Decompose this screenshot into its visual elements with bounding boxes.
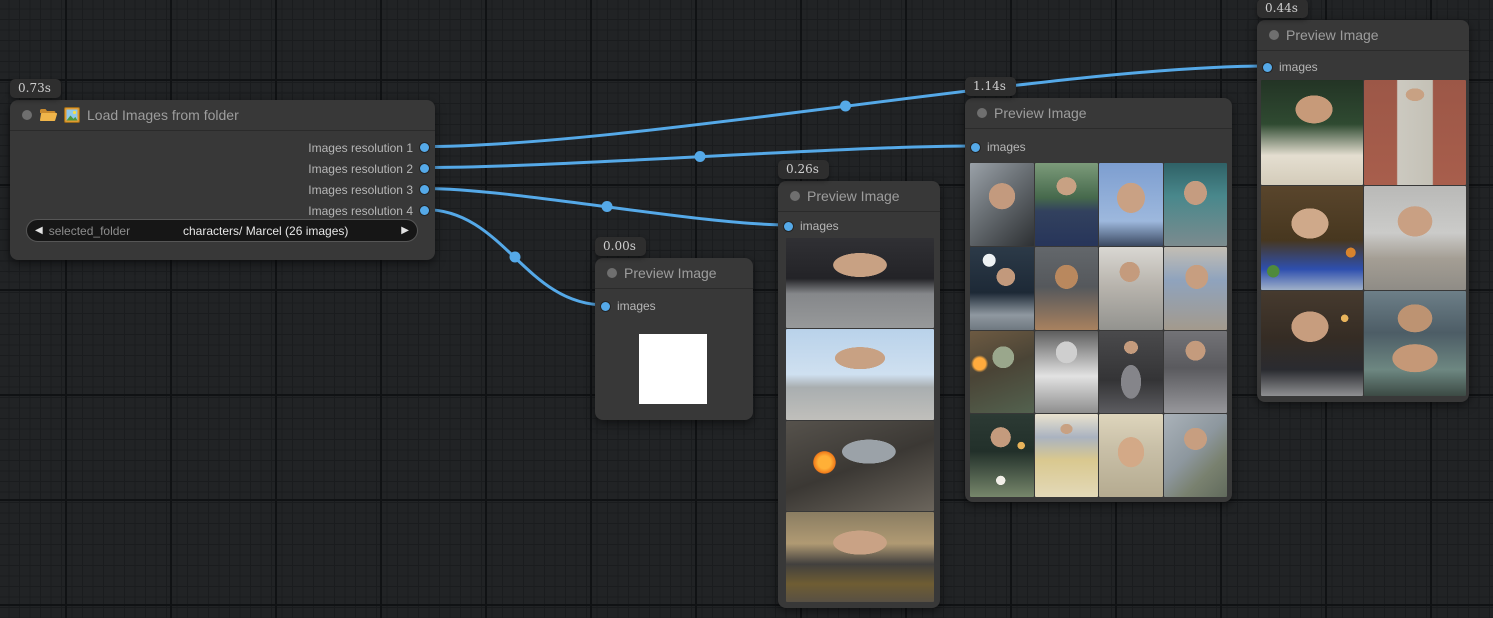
output-row: Images resolution 3 [10,179,435,200]
preview-image-stack [786,238,934,602]
output-label: Images resolution 4 [308,204,413,218]
node-preview-image-grid6[interactable]: 0.44s Preview Image images [1257,20,1469,402]
node-titlebar[interactable]: Preview Image [1257,20,1469,51]
preview-thumbnail [1364,80,1466,185]
collapse-dot-icon[interactable] [977,108,987,118]
combo-widget-name: selected_folder [49,224,130,238]
node-preview-image-blank[interactable]: 0.00s Preview Image images [595,258,753,420]
preview-thumbnail [786,329,934,419]
preview-thumbnail [1261,186,1363,291]
preview-thumbnail [970,331,1034,414]
preview-thumbnail [1164,247,1228,330]
preview-thumbnail [1035,331,1099,414]
wire-midpoint-dot [840,101,851,112]
output-row: Images resolution 2 [10,158,435,179]
input-port-images[interactable] [601,302,610,311]
output-label: Images resolution 1 [308,141,413,155]
node-graph-canvas[interactable]: 0.73s Load Images from folder Images res… [0,0,1493,618]
output-row: Images resolution 1 [10,137,435,158]
preview-thumbnail [1035,247,1099,330]
collapse-dot-icon[interactable] [607,268,617,278]
preview-thumbnail [1035,163,1099,246]
output-port-images-resolution-3[interactable] [420,185,429,194]
collapse-dot-icon[interactable] [1269,30,1279,40]
input-label: images [1279,60,1318,74]
combo-next-arrow-icon[interactable]: ▶ [401,226,409,236]
wire-resolution-3 [425,189,790,226]
input-label: images [800,219,839,233]
preview-thumbnail [970,163,1034,246]
input-row: images [595,294,753,318]
preview-thumbnail [639,334,707,404]
input-row: images [778,214,940,238]
node-title: Preview Image [807,188,900,204]
collapse-dot-icon[interactable] [22,110,32,120]
preview-thumbnail [1164,163,1228,246]
wire-resolution-4 [425,210,606,306]
input-row: images [965,135,1232,159]
preview-thumbnail [1261,291,1363,396]
execution-time-badge: 1.14s [965,77,1016,96]
preview-thumbnail [970,414,1034,497]
node-titlebar[interactable]: Preview Image [595,258,753,289]
execution-time-badge: 0.00s [595,237,646,256]
node-title: Load Images from folder [87,107,239,123]
output-label: Images resolution 2 [308,162,413,176]
node-title: Preview Image [624,265,717,281]
node-titlebar[interactable]: Load Images from folder [10,100,435,131]
output-row: Images resolution 4 [10,200,435,221]
preview-thumbnail [1164,414,1228,497]
wire-resolution-2 [425,146,976,168]
preview-thumbnail [1099,331,1163,414]
wire-midpoint-dot [602,201,613,212]
node-titlebar[interactable]: Preview Image [965,98,1232,129]
preview-thumbnail [970,247,1034,330]
preview-thumbnail [786,238,934,328]
input-port-images[interactable] [1263,63,1272,72]
preview-thumbnail [1364,291,1466,396]
combo-prev-arrow-icon[interactable]: ◀ [35,226,43,236]
wire-midpoint-dot [695,151,706,162]
output-port-images-resolution-4[interactable] [420,206,429,215]
node-load-images-from-folder[interactable]: 0.73s Load Images from folder Images res… [10,100,435,260]
node-title: Preview Image [1286,27,1379,43]
output-label: Images resolution 3 [308,183,413,197]
open-folder-icon [39,108,57,122]
preview-thumbnail [1035,414,1099,497]
preview-thumbnail [1099,247,1163,330]
preview-thumbnail [1164,331,1228,414]
node-preview-image-grid16[interactable]: 1.14s Preview Image images [965,98,1232,502]
preview-thumbnail [1364,186,1466,291]
framed-picture-icon [64,107,80,123]
node-preview-image-column[interactable]: 0.26s Preview Image images [778,181,940,608]
preview-thumbnail [786,421,934,511]
preview-thumbnail [1261,80,1363,185]
wire-midpoint-dot [510,252,521,263]
input-row: images [1257,55,1469,79]
preview-thumbnail [1099,163,1163,246]
input-label: images [617,299,656,313]
preview-image-grid [1261,80,1466,396]
preview-image-grid [970,163,1227,497]
input-port-images[interactable] [784,222,793,231]
execution-time-badge: 0.26s [778,160,829,179]
input-port-images[interactable] [971,143,980,152]
node-title: Preview Image [994,105,1087,121]
execution-time-badge: 0.73s [10,79,61,98]
output-port-images-resolution-2[interactable] [420,164,429,173]
preview-thumbnail [786,512,934,602]
input-label: images [987,140,1026,154]
execution-time-badge: 0.44s [1257,0,1308,18]
combo-widget-value: characters/ Marcel (26 images) [130,224,401,238]
collapse-dot-icon[interactable] [790,191,800,201]
selected-folder-combo-widget[interactable]: ◀ selected_folder characters/ Marcel (26… [26,219,418,242]
node-titlebar[interactable]: Preview Image [778,181,940,212]
preview-thumbnail [1099,414,1163,497]
output-port-images-resolution-1[interactable] [420,143,429,152]
